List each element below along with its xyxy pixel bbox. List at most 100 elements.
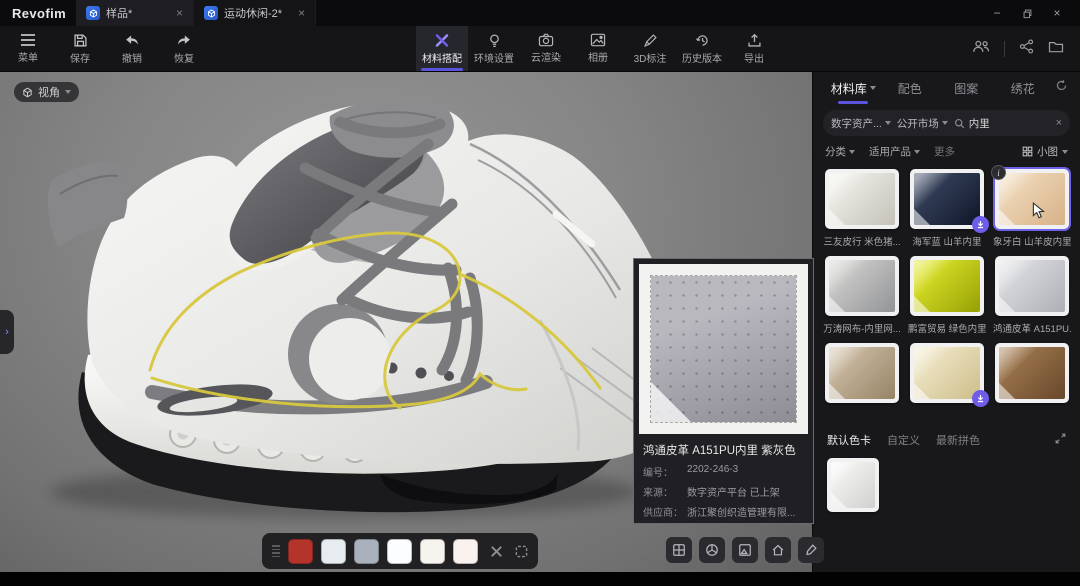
tab-close-icon[interactable]: × (166, 6, 183, 20)
restore-button[interactable] (1014, 3, 1040, 23)
tab-label: 样品* (106, 5, 132, 21)
market-dropdown[interactable]: 公开市场 (897, 116, 948, 131)
material-item[interactable]: 海军蓝 山羊内里 (908, 169, 986, 246)
download-badge-icon[interactable] (972, 390, 989, 407)
material-item[interactable] (908, 343, 986, 420)
annotate-3d-button[interactable]: 3D标注 (624, 26, 676, 71)
folder-button[interactable] (1048, 40, 1064, 58)
app-logo: Revofim (0, 0, 76, 26)
minimize-button[interactable]: − (984, 3, 1010, 23)
thumbnail-size-dropdown[interactable]: 小图 (1022, 144, 1068, 159)
export-button[interactable]: 导出 (728, 26, 780, 71)
info-icon[interactable]: i (991, 165, 1006, 180)
color-wheel-button[interactable] (699, 537, 725, 563)
camera-icon (538, 33, 554, 47)
material-name (993, 408, 1071, 420)
material-board-button[interactable] (666, 537, 692, 563)
material-name: 海军蓝 山羊内里 (908, 234, 986, 246)
share-icon (1019, 39, 1034, 54)
paint-button[interactable] (798, 537, 824, 563)
product-dropdown[interactable]: 适用产品 (869, 144, 920, 159)
clear-search-icon[interactable]: × (1056, 117, 1062, 129)
tab-pattern[interactable]: 图案 (938, 74, 995, 103)
tab-sample[interactable]: 样品* × (76, 0, 194, 26)
close-button[interactable]: × (1044, 3, 1070, 23)
folder-icon (1048, 40, 1064, 53)
environment-button[interactable]: 环境设置 (468, 26, 520, 71)
material-item[interactable]: 鹏富贸易 绿色内里... (908, 256, 986, 333)
expand-icon (1055, 433, 1066, 444)
material-item[interactable] (823, 343, 901, 420)
tab-embroidery[interactable]: 绣花 (995, 74, 1052, 103)
save-icon (73, 33, 88, 48)
color-swatch[interactable] (321, 539, 346, 564)
default-material-swatch[interactable] (827, 458, 879, 512)
share-button[interactable] (1019, 39, 1034, 59)
cloud-render-button[interactable]: 云渲染 (520, 26, 572, 71)
menu-button[interactable]: 菜单 (2, 26, 54, 71)
lightbulb-icon (487, 33, 502, 48)
tab-color-scheme[interactable]: 配色 (882, 74, 939, 103)
material-match-icon (434, 33, 450, 48)
tab-sport-casual[interactable]: 运动休闲-2* × (194, 0, 316, 26)
view-angle-button[interactable]: 视角 (14, 82, 79, 102)
tab-close-icon[interactable]: × (288, 6, 305, 20)
tab-material-library[interactable]: 材料库 (825, 74, 882, 103)
color-swatch[interactable] (354, 539, 379, 564)
tab-latest-palette[interactable]: 最新拼色 (936, 432, 980, 448)
capture-frame-button[interactable] (515, 545, 528, 558)
material-preview-image (639, 264, 808, 434)
color-swatches (288, 539, 478, 564)
color-swatch[interactable] (420, 539, 445, 564)
panel-expand-handle[interactable]: › (0, 310, 14, 354)
color-swatch[interactable] (453, 539, 478, 564)
window-controls: − × (984, 0, 1080, 26)
download-badge-icon[interactable] (972, 216, 989, 233)
search-box (954, 117, 1050, 129)
pen-icon (643, 33, 658, 48)
scene-button[interactable] (765, 537, 791, 563)
source-dropdown[interactable]: 数字资产... (831, 116, 891, 131)
chevron-down-icon (1062, 150, 1068, 154)
material-source-row: 来源： 数字资产平台 已上架 (643, 484, 804, 499)
chevron-down-icon (65, 90, 71, 94)
color-wheel-icon (705, 543, 719, 557)
material-title: 鸿通皮革 A151PU内里 紫灰色 (643, 442, 804, 458)
chevron-down-icon (885, 121, 891, 125)
refresh-icon (1055, 79, 1068, 92)
tab-default-palette[interactable]: 默认色卡 (827, 432, 871, 448)
material-match-button[interactable]: 材料搭配 (416, 26, 468, 71)
search-input[interactable] (969, 117, 1039, 129)
album-button[interactable]: 相册 (572, 26, 624, 71)
filter-bar-2: 分类 适用产品 更多 小图 (825, 144, 1068, 159)
category-dropdown[interactable]: 分类 (825, 144, 855, 159)
material-preview-swatch (651, 276, 796, 422)
undo-button[interactable]: 撤销 (106, 26, 158, 71)
material-name: 三友皮行 米色猪... (823, 234, 901, 246)
texture-button[interactable] (732, 537, 758, 563)
material-name (908, 408, 986, 420)
users-icon (972, 39, 990, 53)
expand-panel-button[interactable] (1055, 433, 1066, 447)
material-item[interactable]: i象牙白 山羊皮内里 (993, 169, 1071, 246)
image-icon (738, 543, 752, 557)
material-code-row: 编号： 2202-246-3 (643, 464, 804, 479)
save-button[interactable]: 保存 (54, 26, 106, 71)
toolbar-divider (1004, 41, 1005, 57)
material-item[interactable]: 三友皮行 米色猪... (823, 169, 901, 246)
more-button[interactable]: 更多 (934, 144, 955, 159)
color-swatch[interactable] (387, 539, 412, 564)
redo-button[interactable]: 恢复 (158, 26, 210, 71)
quick-actions (666, 537, 824, 563)
tab-custom-palette[interactable]: 自定义 (887, 432, 920, 448)
material-item[interactable]: 万涛网布-内里网... (823, 256, 901, 333)
color-swatch[interactable] (288, 539, 313, 564)
shuffle-colors-button[interactable] (490, 545, 503, 558)
drag-handle[interactable] (272, 545, 280, 557)
document-tabs: 样品* × 运动休闲-2* × (76, 0, 316, 26)
collaborate-button[interactable] (972, 39, 990, 58)
material-item[interactable]: 鸿通皮革 A151PU... (993, 256, 1071, 333)
history-button[interactable]: 历史版本 (676, 26, 728, 71)
refresh-button[interactable] (1055, 79, 1068, 97)
material-item[interactable] (993, 343, 1071, 420)
